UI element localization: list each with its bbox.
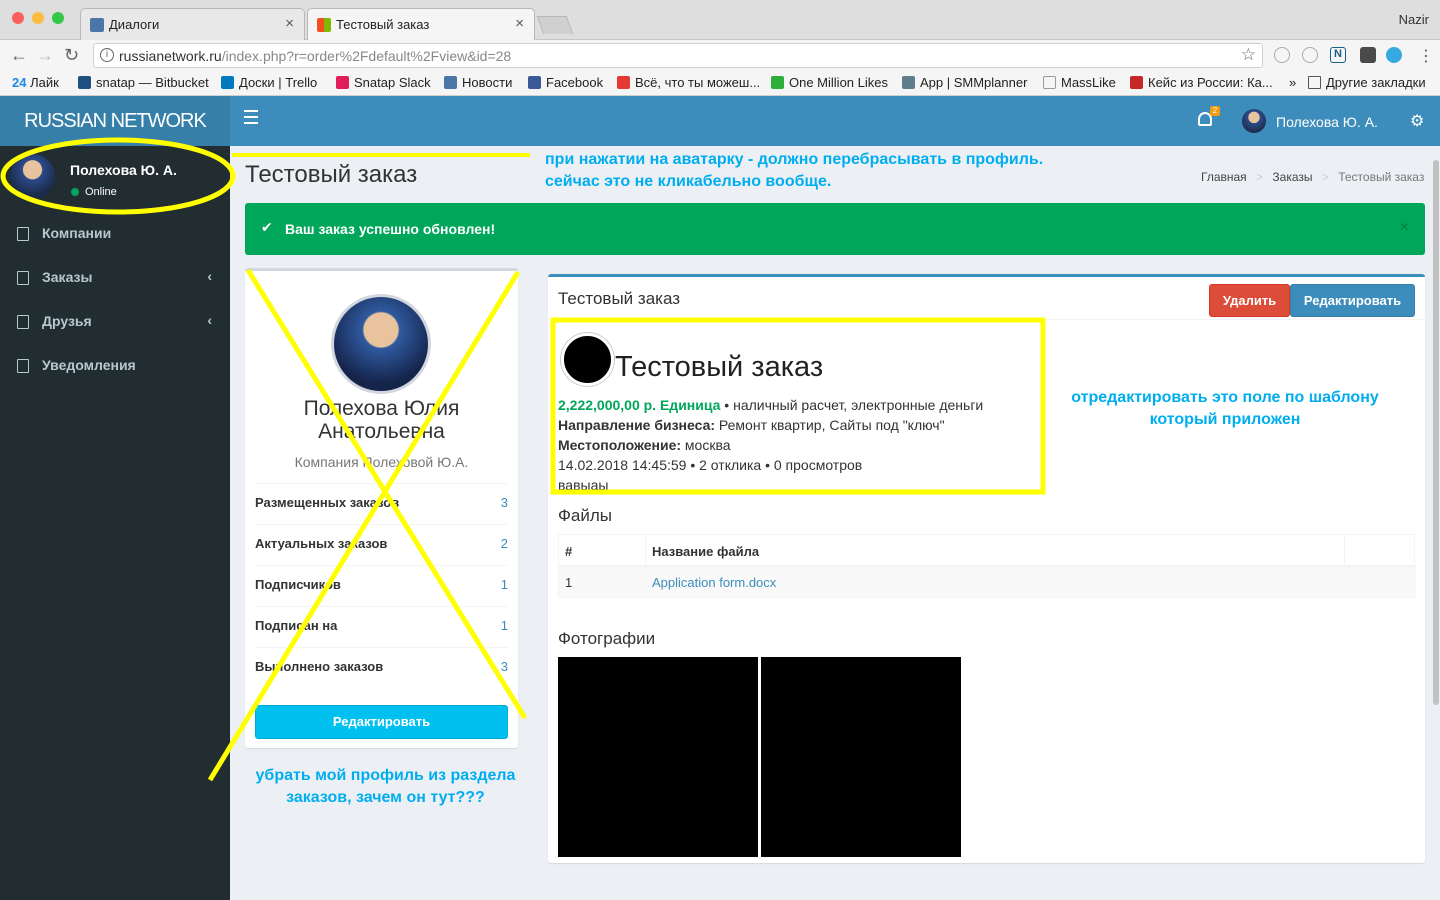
annotation-profile-note-1: убрать мой профиль из раздела (255, 767, 516, 784)
annotation-field-note-2: который приложен (1149, 411, 1301, 428)
annotation-field-note-1: отредактировать это поле по шаблону (1071, 389, 1379, 406)
field-highlight-rect (550, 317, 1046, 495)
annotation-avatar-note-2: сейчас это не кликабельно вообще. (545, 173, 832, 190)
annotation-overlay (0, 137, 1046, 782)
annotation-avatar-note-1: при нажатии на аватарку - должно перебра… (545, 151, 1044, 168)
annotation-profile-note-2: заказов, зачем он тут??? (286, 789, 485, 806)
avatar-highlight-ellipse (0, 137, 236, 215)
cross-out-line (207, 270, 521, 782)
